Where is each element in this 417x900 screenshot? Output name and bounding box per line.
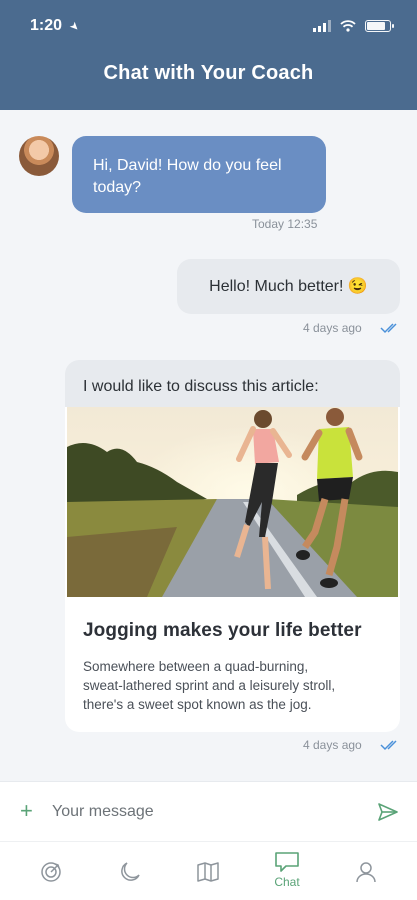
profile-icon (356, 862, 376, 883)
tab-chat[interactable]: Chat (257, 842, 317, 900)
coach-avatar[interactable] (19, 136, 59, 176)
location-arrow-icon: ➤ (66, 18, 82, 34)
page-title: Chat with Your Coach (103, 62, 314, 84)
add-attachment-icon[interactable]: + (20, 798, 33, 824)
tab-label: Chat (274, 875, 300, 889)
moon-icon (121, 862, 140, 881)
user-message-bubble: Hello! Much better! 😉 (177, 259, 400, 314)
bottom-tab-bar: Chat (0, 841, 417, 900)
tab-profile[interactable] (336, 842, 396, 900)
jogging-photo (67, 407, 398, 597)
article-card[interactable]: I would like to discuss this article: Jo… (65, 360, 400, 732)
message-timestamp: 4 days ago (303, 321, 362, 335)
status-bar: 1:20 ➤ (30, 14, 394, 38)
chat-icon (275, 852, 299, 872)
message-text-line: Hi, David! How do you feel (93, 157, 282, 174)
read-receipt-icon (380, 740, 397, 751)
article-image[interactable] (67, 407, 398, 597)
message-text-line: today? (93, 179, 142, 196)
message-composer: + (0, 781, 417, 841)
article-intro: I would like to discuss this article: (65, 360, 400, 407)
article-description: Somewhere between a quad-burning, sweat-… (83, 659, 336, 712)
tab-library[interactable] (178, 842, 238, 900)
message-timestamp: Today 12:35 (252, 217, 318, 231)
app-header: 1:20 ➤ Chat with Your Coach (0, 0, 417, 110)
tab-goals[interactable] (21, 842, 81, 900)
article-title[interactable]: Jogging makes your life better (83, 620, 382, 642)
status-time: 1:20 (30, 17, 63, 34)
wifi-icon (340, 20, 356, 32)
book-icon (197, 862, 219, 882)
tab-sleep[interactable] (100, 842, 160, 900)
message-input[interactable] (52, 798, 352, 826)
send-icon[interactable] (376, 800, 400, 824)
coach-message-bubble: Hi, David! How do you feel today? (72, 136, 326, 213)
read-receipt-icon (380, 323, 397, 334)
target-icon (41, 862, 61, 882)
cellular-signal-icon (313, 20, 331, 32)
message-timestamp: 4 days ago (303, 738, 362, 752)
battery-icon (365, 20, 394, 32)
